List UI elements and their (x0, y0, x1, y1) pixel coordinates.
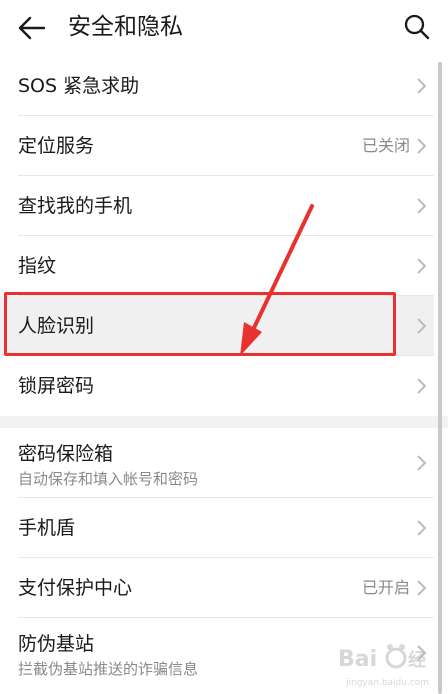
item-description: 自动保存和填入帐号和密码 (18, 470, 199, 488)
chevron-right-icon (417, 378, 427, 394)
search-button[interactable] (400, 10, 434, 44)
chevron-right-icon (417, 580, 427, 596)
app-bar: 安全和隐私 (0, 0, 448, 56)
settings-item-fingerprint[interactable]: 指纹 (0, 236, 434, 296)
back-button[interactable] (14, 11, 48, 45)
item-label: 手机盾 (18, 517, 76, 539)
item-label: 定位服务 (18, 135, 95, 157)
settings-item-lock-screen-password[interactable]: 锁屏密码 (0, 356, 434, 416)
item-label: 指纹 (18, 255, 57, 277)
settings-item-find-phone[interactable]: 查找我的手机 (0, 176, 434, 236)
item-status: 已关闭 (361, 136, 410, 155)
chevron-right-icon (417, 198, 427, 214)
chevron-right-icon (417, 138, 427, 154)
item-label: SOS 紧急求助 (18, 75, 140, 97)
settings-list: SOS 紧急求助 定位服务 已关闭 查找我的手机 指纹 人脸识别 锁屏密码 密码… (0, 56, 448, 688)
svg-text:Bai: Bai (338, 647, 377, 672)
svg-text:经: 经 (408, 649, 426, 671)
arrow-left-icon (18, 16, 46, 40)
settings-item-phone-shield[interactable]: 手机盾 (0, 498, 434, 558)
annotation-highlight-box (4, 292, 396, 356)
item-label: 密码保险箱 (18, 443, 114, 465)
scrollbar[interactable] (438, 62, 442, 694)
settings-item-password-vault[interactable]: 密码保险箱 自动保存和填入帐号和密码 (0, 428, 434, 498)
settings-item-sos[interactable]: SOS 紧急求助 (0, 56, 434, 116)
item-description: 拦截伪基站推送的诈骗信息 (18, 660, 199, 678)
section-separator (0, 416, 448, 428)
chevron-right-icon (417, 318, 427, 334)
chevron-right-icon (417, 78, 427, 94)
item-label: 支付保护中心 (18, 577, 133, 599)
baidu-jingyan-watermark: Bai 经 jingyan.baidu.com (338, 644, 429, 688)
chevron-right-icon (417, 258, 427, 274)
page-title: 安全和隐私 (68, 14, 183, 40)
settings-item-location[interactable]: 定位服务 已关闭 (0, 116, 434, 176)
watermark-url: jingyan.baidu.com (345, 678, 429, 688)
item-label: 防伪基站 (18, 633, 95, 655)
settings-item-payment-protection[interactable]: 支付保护中心 已开启 (0, 558, 434, 618)
search-icon (404, 14, 430, 40)
chevron-right-icon (417, 520, 427, 536)
item-status: 已开启 (361, 578, 410, 597)
item-label: 查找我的手机 (18, 195, 133, 217)
item-label: 锁屏密码 (18, 375, 95, 397)
chevron-right-icon (417, 455, 427, 471)
